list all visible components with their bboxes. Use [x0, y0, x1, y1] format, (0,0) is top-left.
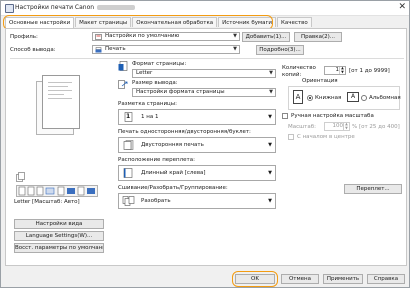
- spinner-arrows-icon[interactable]: ▲ ▼: [343, 122, 349, 130]
- output-size-select[interactable]: Настройки формата страницы ▼: [132, 88, 276, 97]
- close-icon[interactable]: ✕: [398, 2, 406, 12]
- chevron-down-icon: ▼: [268, 198, 272, 204]
- scale-range: % [от 25 до 400]: [352, 124, 400, 130]
- center-checkbox[interactable]: [288, 134, 294, 140]
- preview-toolbar-icons[interactable]: [16, 185, 98, 197]
- spinner-arrows-icon[interactable]: ▲ ▼: [339, 66, 345, 74]
- scale-spinner[interactable]: 100 ▲ ▼: [324, 122, 350, 131]
- chevron-down-icon: ▼: [268, 114, 272, 120]
- tab-strip: Основные настройки Макет страницы Оконча…: [5, 17, 313, 28]
- tab-quality[interactable]: Качество: [276, 17, 312, 27]
- preview-front-page: [42, 75, 80, 129]
- add-profile-button[interactable]: Добавить(1)...: [242, 32, 290, 42]
- landscape-label: Альбомная: [369, 95, 401, 101]
- binding-select[interactable]: Длинный край [слева] ▼: [118, 165, 276, 181]
- preview-caption: Letter [Масштаб: Авто]: [14, 199, 80, 205]
- page-format-label: Формат страницы:: [132, 61, 187, 67]
- orientation-group: A Книжная A Альбомная: [288, 86, 401, 110]
- basic-settings-panel: Профиль: Настройки по умолчанию ▼ Добави…: [5, 28, 407, 266]
- tab-paper-source[interactable]: Источник бумаги: [218, 17, 276, 27]
- help-button[interactable]: Справка: [367, 274, 405, 284]
- profile-value: Настройки по умолчанию: [105, 33, 180, 39]
- duplex-label: Печать односторонняя/двусторонняя/буклет…: [118, 129, 251, 135]
- chevron-down-icon: ▼: [233, 46, 237, 52]
- duplex-icon: [123, 140, 134, 150]
- divider: [10, 58, 404, 59]
- portrait-radio[interactable]: [307, 95, 313, 101]
- duplex-value: Двусторонняя печать: [141, 142, 204, 148]
- center-label: С началом в центре: [297, 134, 355, 140]
- manual-scale-label: Ручная настройка масштаба: [291, 113, 374, 119]
- edit-profile-button[interactable]: Правка(2)...: [294, 32, 342, 42]
- manual-scale-checkbox[interactable]: [282, 113, 288, 119]
- tab-basic-settings[interactable]: Основные настройки: [5, 17, 75, 28]
- binding-label: Расположение переплета:: [118, 157, 195, 163]
- page-layout-select[interactable]: 1 1 на 1 ▼: [118, 109, 276, 125]
- profile-label: Профиль:: [10, 34, 38, 40]
- page-format-value: Letter: [136, 70, 153, 76]
- printer-app-icon: [5, 4, 14, 13]
- cancel-button[interactable]: Отмена: [281, 274, 319, 284]
- apply-button[interactable]: Применить: [323, 274, 363, 284]
- binding-settings-button[interactable]: Переплет...: [344, 184, 402, 194]
- output-method-value: Печать: [105, 46, 126, 52]
- redacted-model-name: [97, 5, 136, 10]
- page-layout-label: Разметка страницы:: [118, 101, 177, 107]
- output-size-label: Размер вывода:: [132, 80, 178, 86]
- collate-label: Сшивание/Разобрать/Группирование:: [118, 185, 228, 191]
- restore-defaults-button[interactable]: Восст. параметры по умолчанию: [14, 243, 104, 253]
- duplex-select[interactable]: Двусторонняя печать ▼: [118, 137, 276, 153]
- window-title: Настройки печати Canon: [15, 4, 136, 11]
- collate-select[interactable]: Разобрать ▼: [118, 193, 276, 209]
- output-method-label: Способ вывода:: [10, 47, 56, 53]
- orientation-label: Ориентация: [302, 78, 338, 84]
- collate-value: Разобрать: [141, 198, 171, 204]
- page-format-icon: [118, 61, 128, 71]
- scale-value: 100: [332, 123, 344, 129]
- tab-finishing[interactable]: Окончательная обработка: [132, 17, 218, 27]
- landscape-radio[interactable]: [361, 95, 367, 101]
- page-layout-value: 1 на 1: [141, 114, 159, 120]
- title-bar: Настройки печати Canon ✕: [1, 1, 409, 16]
- portrait-label: Книжная: [315, 95, 342, 101]
- collate-icon: [122, 196, 135, 206]
- landscape-icon: A: [347, 92, 359, 102]
- chevron-down-icon: ▼: [269, 89, 273, 95]
- output-size-value: Настройки формата страницы: [136, 89, 225, 95]
- profile-icon: [95, 34, 102, 40]
- chevron-down-icon: ▼: [268, 170, 272, 176]
- portrait-icon: A: [293, 90, 303, 104]
- profile-select[interactable]: Настройки по умолчанию ▼: [92, 32, 240, 41]
- print-settings-window: Настройки печати Canon ✕ Основные настро…: [0, 0, 410, 288]
- chevron-down-icon: ▼: [233, 33, 237, 39]
- document-stack-icon: [16, 172, 25, 182]
- view-settings-button[interactable]: Настройки вида: [14, 219, 104, 229]
- chevron-down-icon: ▼: [268, 142, 272, 148]
- language-settings-button[interactable]: Language Settings(W)...: [14, 231, 104, 241]
- output-size-icon: [118, 80, 128, 89]
- copies-range: [от 1 до 9999]: [349, 68, 390, 74]
- copies-spinner[interactable]: 1 ▲ ▼: [324, 66, 346, 75]
- binding-left-icon: [123, 168, 133, 178]
- scale-label: Масштаб:: [288, 124, 316, 130]
- tab-page-layout[interactable]: Макет страницы: [75, 17, 132, 27]
- copies-label: Количество копий:: [282, 65, 316, 78]
- details-button[interactable]: Подробно(3)...: [256, 45, 304, 55]
- layout-glyph: 1: [126, 113, 131, 120]
- page-format-select[interactable]: Letter ▼: [132, 69, 276, 78]
- binding-value: Длинный край [слева]: [141, 170, 206, 176]
- printer-icon: [95, 47, 102, 53]
- chevron-down-icon: ▼: [269, 70, 273, 76]
- output-method-select[interactable]: Печать ▼: [92, 45, 240, 54]
- ok-button[interactable]: OK: [235, 274, 275, 284]
